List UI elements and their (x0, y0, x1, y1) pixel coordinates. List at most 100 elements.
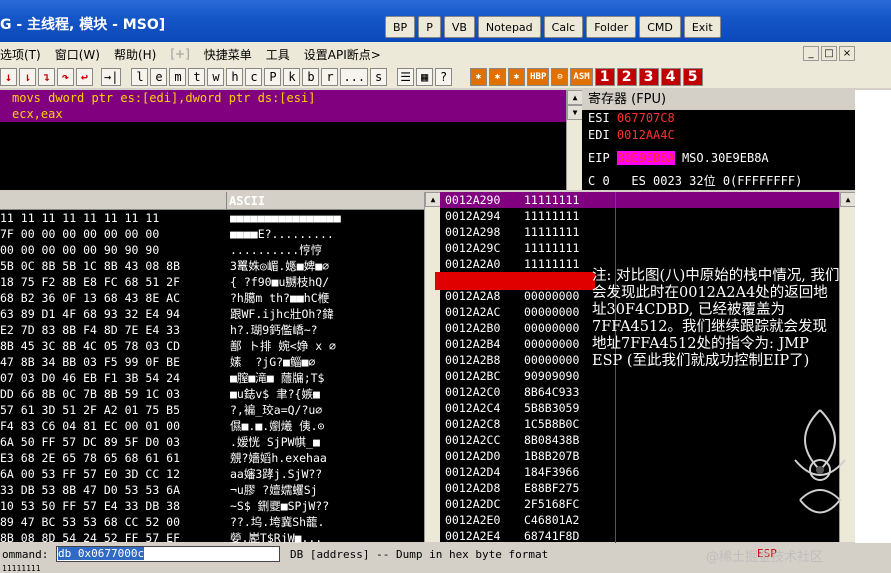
tb-p[interactable]: P (264, 68, 282, 86)
tb-m[interactable]: m (169, 68, 187, 86)
maximize-button[interactable]: □ (821, 46, 837, 61)
tb-e[interactable]: e (150, 68, 168, 86)
dump-row[interactable]: 8B 45 3C 8B 4C 05 78 03 CD 鄯 ト排 婉<婙 x ∅ (0, 338, 424, 354)
watermark: @稀土掘金技术社区 (706, 550, 824, 565)
dump-row[interactable]: E3 68 2E 65 78 65 68 61 61 覫?嬙嫍h.exehaa (0, 450, 424, 466)
goto-icon[interactable]: →| (101, 68, 122, 86)
trace-into-icon[interactable]: ↴ (38, 68, 55, 86)
disasm-line-current[interactable]: movs dword ptr es:[edi],dword ptr ds:[es… (0, 90, 566, 106)
menu-plus[interactable]: [+] (170, 47, 189, 61)
dump-row[interactable]: 5B 0C 8B 5B 1C 8B 43 08 8B 3鼍姝◎嵋.嫕■婢■∅ (0, 258, 424, 274)
dump-row[interactable]: 33 DB 53 8B 47 D0 53 53 6A ¬u膠 ?嬗嬬蠼Sj (0, 482, 424, 498)
dump-row[interactable]: 18 75 F2 8B E8 FC 68 51 2F { ?f90■u嬲枝hQ/ (0, 274, 424, 290)
folder-button[interactable]: Folder (586, 16, 637, 38)
dump-row[interactable]: 89 47 BC 53 53 68 CC 52 00 ??.坞.垮冀Sh蘢. (0, 514, 424, 530)
ascii-column-header[interactable]: ASCII (226, 192, 424, 210)
dump-row[interactable]: 00 00 00 00 00 90 90 90 ..........悙悙 (0, 242, 424, 258)
bookmark-4-button[interactable]: 4 (660, 68, 681, 86)
scroll-up-icon[interactable]: ▲ (425, 192, 441, 207)
disassembly-pane[interactable]: movs dword ptr es:[edi],dword ptr ds:[es… (0, 90, 566, 190)
gear-icon[interactable]: ⚙ (551, 68, 569, 86)
notepad-button[interactable]: Notepad (477, 16, 541, 38)
list-icon[interactable]: ☰ (397, 68, 415, 86)
calc-button[interactable]: Calc (543, 16, 584, 38)
plugin-icon-1[interactable]: ✱ (470, 68, 488, 86)
command-input[interactable]: db 0x0677000c (56, 546, 280, 562)
stack-row[interactable]: 0012A290 11111111 (440, 192, 855, 208)
dump-row[interactable]: 7F 00 00 00 00 00 00 00 ■■■■E?......... (0, 226, 424, 242)
dump-row[interactable]: 07 03 D0 46 EB F1 3B 54 24 ■膣■滝■ 蘟牖;T$ (0, 370, 424, 386)
plugin-icon-3[interactable]: ✱ (508, 68, 526, 86)
dump-row[interactable]: 6A 00 53 FF 57 E0 3D CC 12 aa嬸3踍j.SjW?? (0, 466, 424, 482)
stack-row[interactable]: 0012A294 11111111 (440, 208, 855, 224)
dump-row[interactable]: 57 61 3D 51 2F A2 01 75 B5 ?,褊_珓a=Q/?u∅ (0, 402, 424, 418)
register-esi[interactable]: ESI 067707C8 (582, 110, 855, 127)
cmd-button[interactable]: CMD (639, 16, 681, 38)
tb-b[interactable]: b (302, 68, 320, 86)
close-button[interactable]: × (839, 46, 855, 61)
dump-row[interactable]: 68 B2 36 0F 13 68 43 8E AC ?h臈m th?■■hC楩 (0, 290, 424, 306)
menu-shortcut[interactable]: 快捷菜单 (204, 46, 252, 63)
stack-row[interactable]: 0012A2C0 8B64C933 (440, 384, 855, 400)
memory-dump-pane[interactable]: ASCII 11 11 11 11 11 11 11 11 ■■■■■■■■■■■… (0, 192, 424, 545)
step-into-icon[interactable]: ↓ (0, 68, 17, 86)
dump-row[interactable]: DD 66 8B 0C 7B 8B 59 1C 03 ■u鋕v$ 聿?{嫉■ (0, 386, 424, 402)
tb-dots[interactable]: ... (340, 68, 369, 86)
registers-pane[interactable]: 寄存器 (FPU) ESI 067707C8 EDI 0012AA4C EIP … (582, 90, 855, 190)
tb-c[interactable]: c (245, 68, 263, 86)
dump-scrollbar[interactable]: ▲ (424, 192, 441, 542)
stack-row[interactable]: 0012A2E4 68741F8D (440, 528, 855, 544)
tb-w[interactable]: w (207, 68, 225, 86)
bookmark-5-button[interactable]: 5 (682, 68, 703, 86)
dump-row[interactable]: F4 83 C6 04 81 EC 00 01 00 儑■.■.嬼爔 侇.⊙ (0, 418, 424, 434)
dump-ascii: 3鼍姝◎嵋.嫕■婢■∅ (230, 259, 330, 273)
dump-row[interactable]: 10 53 50 FF 57 E4 33 DB 38 ~S$ 鉶夒■SPjW?? (0, 498, 424, 514)
hbp-icon[interactable]: HBP (527, 68, 550, 86)
tb-k[interactable]: k (283, 68, 301, 86)
p-button[interactable]: P (418, 16, 441, 38)
asm-icon[interactable]: ASM (570, 68, 593, 86)
dump-ascii: h?.瑚9鈣儖嶠~? (230, 323, 318, 337)
tb-r[interactable]: r (321, 68, 339, 86)
disasm-scrollbar[interactable]: ▲ ▼ (566, 90, 583, 190)
dump-row[interactable]: 47 8B 34 BB 03 F5 99 0F BE 嫊 ?jG?■鲻■∅ (0, 354, 424, 370)
exit-button[interactable]: Exit (683, 16, 721, 38)
execute-till-return-icon[interactable]: ↩ (76, 68, 93, 86)
tb-s[interactable]: s (370, 68, 388, 86)
bp-button[interactable]: BP (385, 16, 416, 38)
scroll-up-icon[interactable]: ▲ (840, 192, 856, 207)
bookmark-1-button[interactable]: 1 (594, 68, 615, 86)
menu-options[interactable]: 选项(T) (0, 46, 41, 63)
help-icon[interactable]: ? (435, 68, 453, 86)
grid-icon[interactable]: ▦ (416, 68, 434, 86)
registers-title[interactable]: 寄存器 (FPU) (582, 90, 855, 110)
register-edi[interactable]: EDI 0012AA4C (582, 127, 855, 144)
menu-tools[interactable]: 工具 (266, 46, 290, 63)
bookmark-3-button[interactable]: 3 (638, 68, 659, 86)
minimize-button[interactable]: _ (803, 46, 819, 61)
stack-row[interactable]: 0012A298 11111111 (440, 224, 855, 240)
menu-help[interactable]: 帮助(H) (114, 46, 156, 63)
scroll-up-icon[interactable]: ▲ (567, 90, 583, 105)
dump-row[interactable]: 11 11 11 11 11 11 11 11 ■■■■■■■■■■■■■■■■ (0, 210, 424, 226)
tb-t[interactable]: t (188, 68, 206, 86)
trace-over-icon[interactable]: ↷ (57, 68, 74, 86)
dump-row[interactable]: 6A 50 FF 57 DC 89 5F D0 03 .嫒恍 SjPW帺_■ (0, 434, 424, 450)
vb-button[interactable]: VB (443, 16, 475, 38)
plugin-icon-2[interactable]: ✱ (489, 68, 507, 86)
stack-row[interactable]: 0012A29C 11111111 (440, 240, 855, 256)
dump-row[interactable]: 63 89 D1 4F 68 93 32 E4 94 跟WF.ijhc壯Oh?鍏 (0, 306, 424, 322)
tb-l[interactable]: l (131, 68, 149, 86)
menu-set-api-breakpoint[interactable]: 设置API断点> (304, 46, 381, 63)
stack-row[interactable]: 0012A2BC 90909090 (440, 368, 855, 384)
step-over-icon[interactable]: ⇂ (19, 68, 36, 86)
background-strip (855, 90, 891, 543)
dump-row[interactable]: E2 7D 83 8B F4 8D 7E E4 33 h?.瑚9鈣儖嶠~? (0, 322, 424, 338)
menu-window[interactable]: 窗口(W) (55, 46, 100, 63)
register-flags-line[interactable]: C 0 ES 0023 32位 0(FFFFFFFF) (582, 173, 855, 190)
disasm-line-next[interactable]: ecx,eax (0, 106, 566, 122)
scroll-down-icon[interactable]: ▼ (567, 105, 583, 120)
bookmark-2-button[interactable]: 2 (616, 68, 637, 86)
tb-h[interactable]: h (226, 68, 244, 86)
register-eip[interactable]: EIP 30E9EB8A MSO.30E9EB8A (582, 150, 855, 167)
